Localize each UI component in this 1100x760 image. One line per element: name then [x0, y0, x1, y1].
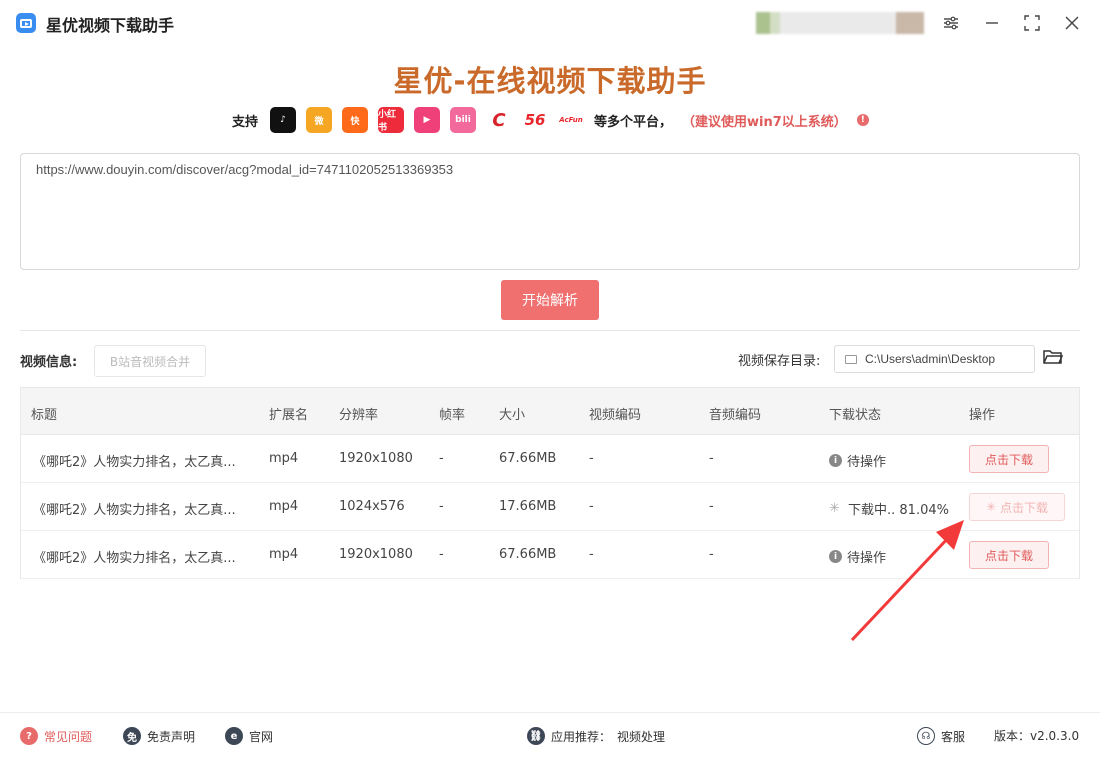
minimize-icon[interactable]: [981, 12, 1003, 34]
row-ext: mp4: [269, 451, 299, 466]
website-label: 官网: [249, 729, 274, 744]
browser-icon: e: [225, 727, 243, 745]
settings-sliders-icon[interactable]: [940, 12, 962, 34]
row-fps: -: [439, 451, 444, 466]
row-size: 17.66MB: [499, 499, 557, 514]
weibo-icon: 微: [306, 107, 333, 133]
douyin-icon: ♪: [270, 107, 297, 133]
start-parse-button[interactable]: 开始解析: [501, 280, 599, 320]
close-icon[interactable]: [1061, 12, 1083, 34]
link-icon: ⛓: [527, 727, 545, 745]
supported-platforms: 支持 ♪ 微快小红书 ▶ bili C 56 AcFun 等多个平台， （建议使用win7以…: [232, 106, 869, 134]
recommend-item[interactable]: 视频处理: [617, 728, 665, 745]
video-info-label: 视频信息:: [20, 355, 78, 370]
save-dir-field[interactable]: C:\Users\admin\Desktop: [834, 345, 1035, 373]
open-folder-icon[interactable]: [1043, 349, 1064, 365]
info-icon: i: [829, 454, 842, 467]
col-status: 下载状态: [829, 408, 882, 423]
headset-icon: ☊: [917, 727, 935, 745]
56-icon: 56: [522, 107, 549, 133]
main-title: 星优-在线视频下载助手: [393, 64, 707, 98]
table-row: 《哪吒2》人物实力排名，太乙真... mp4 1920x1080 - 67.66…: [21, 435, 1079, 483]
recommend-label: 应用推荐：: [551, 729, 612, 744]
annotation-arrow: [850, 520, 964, 642]
row-resolution: 1920x1080: [339, 451, 413, 466]
row-status: i 待操作: [829, 451, 886, 470]
loading-spinner-icon: ✳: [985, 500, 997, 514]
service-label: 客服: [941, 729, 966, 744]
row-title: 《哪吒2》人物实力排名，太乙真...: [33, 551, 236, 566]
download-button[interactable]: 点击下载: [969, 445, 1049, 473]
url-input[interactable]: [20, 153, 1080, 270]
row-title: 《哪吒2》人物实力排名，太乙真...: [33, 503, 236, 518]
support-label: 支持: [232, 114, 259, 130]
col-fps: 帧率: [439, 408, 466, 423]
bilibili-icon: bili: [450, 107, 477, 133]
col-ext: 扩展名: [269, 408, 309, 423]
row-size: 67.66MB: [499, 547, 557, 562]
download-button[interactable]: 点击下载: [969, 541, 1049, 569]
row-fps: -: [439, 499, 444, 514]
footer: ? 常见问题 免 免责声明 e 官网 ⛓ 应用推荐： 视频处理 ☊ 客服 版本：…: [0, 713, 1100, 760]
col-acodec: 音频编码: [709, 408, 762, 423]
row-acodec: -: [709, 499, 714, 514]
col-action: 操作: [969, 408, 996, 423]
row-acodec: -: [709, 451, 714, 466]
save-dir-label: 视频保存目录:: [738, 354, 821, 369]
row-ext: mp4: [269, 547, 299, 562]
col-resolution: 分辨率: [339, 408, 379, 423]
row-vcodec: -: [589, 547, 594, 562]
row-vcodec: -: [589, 499, 594, 514]
cctv-icon: C: [486, 107, 513, 133]
app-logo-icon: [16, 13, 36, 33]
xigua-icon: ▶: [414, 107, 441, 133]
download-button[interactable]: ✳ 点击下载: [969, 493, 1065, 521]
table-header: 标题 扩展名 分辨率 帧率 大小 视频编码 音频编码 下载状态 操作: [21, 388, 1079, 435]
disclaimer-link[interactable]: 免 免责声明: [123, 727, 195, 745]
app-title: 星优视频下载助手: [46, 16, 175, 35]
bilibili-merge-button[interactable]: B站音视频合并: [94, 345, 206, 377]
row-resolution: 1920x1080: [339, 547, 413, 562]
download-button-label: 点击下载: [1000, 500, 1049, 515]
kuaishou-icon: 快: [342, 107, 369, 133]
user-avatar[interactable]: [756, 12, 924, 34]
website-link[interactable]: e 官网: [225, 727, 273, 745]
disclaimer-label: 免责声明: [147, 729, 196, 744]
system-note: （建议使用win7以上系统）: [682, 114, 847, 130]
question-icon: ?: [20, 727, 38, 745]
xiaohongshu-icon: 小红书: [378, 107, 405, 133]
platform-icons: ♪ 微快小红书 ▶ bili C 56 AcFun: [270, 107, 585, 133]
row-resolution: 1024x576: [339, 499, 405, 514]
status-text: 待操作: [847, 455, 887, 470]
save-dir-path: C:\Users\admin\Desktop: [865, 352, 996, 366]
row-ext: mp4: [269, 499, 299, 514]
title-bar: 星优视频下载助手: [0, 0, 1100, 46]
col-size: 大小: [499, 408, 526, 423]
maximize-icon[interactable]: [1021, 12, 1043, 34]
row-title: 《哪吒2》人物实力排名，太乙真...: [33, 455, 236, 470]
info-icon[interactable]: !: [856, 114, 869, 126]
faq-link[interactable]: ? 常见问题: [20, 727, 92, 745]
version-text: 版本：v2.0.3.0: [994, 729, 1080, 743]
app-recommend[interactable]: ⛓ 应用推荐： 视频处理: [527, 727, 665, 745]
row-vcodec: -: [589, 451, 594, 466]
row-size: 67.66MB: [499, 451, 557, 466]
folder-icon: [845, 354, 857, 364]
col-title: 标题: [31, 408, 58, 423]
faq-label: 常见问题: [44, 729, 93, 744]
service-link[interactable]: ☊ 客服: [917, 727, 965, 745]
more-platforms-text: 等多个平台，: [594, 114, 673, 130]
divider: [20, 330, 1080, 331]
disclaimer-icon: 免: [123, 727, 141, 745]
row-acodec: -: [709, 547, 714, 562]
col-vcodec: 视频编码: [589, 408, 642, 423]
row-fps: -: [439, 547, 444, 562]
acfun-icon: AcFun: [558, 107, 585, 133]
